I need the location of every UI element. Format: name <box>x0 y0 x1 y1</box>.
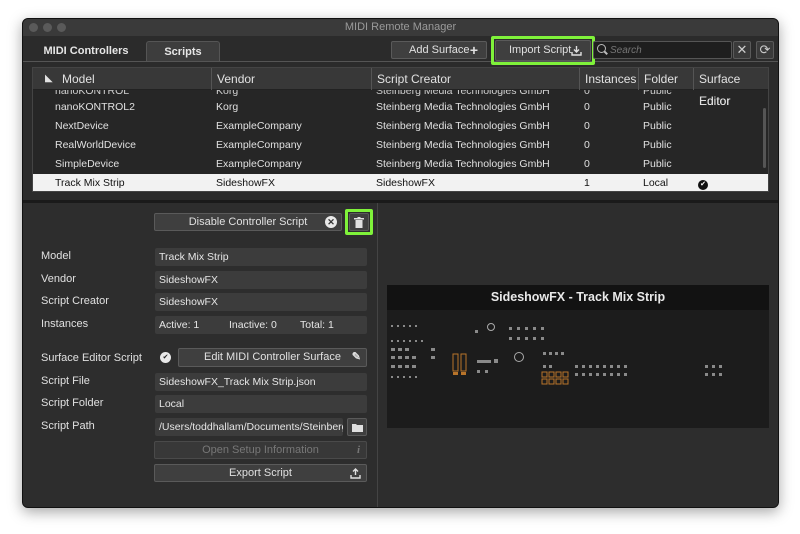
check-circle-icon: ✔ <box>160 352 171 363</box>
cell-vendor: Korg <box>216 101 239 113</box>
refresh-button[interactable]: ⟳ <box>756 41 774 59</box>
cell-creator: Steinberg Media Technologies GmbH <box>376 120 550 132</box>
import-icon <box>571 41 582 63</box>
details-pane: Disable Controller Script ✕ Model Track … <box>23 203 778 507</box>
export-icon <box>350 465 361 484</box>
script-file-field: SideshowFX_Track Mix Strip.json <box>155 373 367 391</box>
export-script-button[interactable]: Export Script <box>154 464 367 482</box>
search-icon <box>597 44 606 53</box>
model-field: Track Mix Strip <box>155 248 367 266</box>
search-input[interactable] <box>610 43 728 57</box>
edit-surface-label: Edit MIDI Controller Surface <box>204 351 341 363</box>
label-instances: Instances <box>41 318 89 330</box>
open-setup-information-button[interactable]: Open Setup Information i <box>154 441 367 459</box>
cell-instances: 0 <box>584 120 590 132</box>
table-row-selected[interactable]: Track Mix Strip SideshowFX SideshowFX 1 … <box>33 174 768 191</box>
close-icon: ✕ <box>736 42 748 57</box>
label-surface-editor-script: Surface Editor Script <box>41 352 142 364</box>
table-row[interactable]: NextDevice ExampleCompany Steinberg Medi… <box>33 117 768 136</box>
midi-remote-manager-window: MIDI Remote Manager MIDI Controllers Scr… <box>22 18 779 508</box>
zoom-window-button[interactable] <box>57 23 66 32</box>
pencil-icon: ✎ <box>351 351 361 363</box>
cell-surface-editor: ✔ <box>693 174 733 191</box>
edit-midi-controller-surface-button[interactable]: Edit MIDI Controller Surface ✎ <box>178 348 367 367</box>
tab-scripts[interactable]: Scripts <box>146 41 220 62</box>
label-script-creator: Script Creator <box>41 295 109 307</box>
info-icon: i <box>356 444 360 456</box>
cell-folder: Public <box>643 158 672 170</box>
surface-preview <box>387 310 769 428</box>
minimize-window-button[interactable] <box>43 23 52 32</box>
scripts-table: ◣ Model Vendor Script Creator Instances … <box>32 67 769 192</box>
label-script-folder: Script Folder <box>41 397 104 409</box>
add-surface-label: Add Surface <box>409 44 470 56</box>
vendor-field: SideshowFX <box>155 271 367 289</box>
cell-model: Track Mix Strip <box>55 177 125 189</box>
instances-total: Total: 1 <box>300 319 334 331</box>
search-box[interactable] <box>593 41 732 59</box>
import-script-label: Import Script <box>509 44 572 56</box>
cell-creator: Steinberg Media Technologies GmbH <box>376 158 550 170</box>
cell-folder: Public <box>643 139 672 151</box>
cell-instances: 0 <box>584 101 590 113</box>
creator-field: SideshowFX <box>155 293 367 311</box>
cell-model: nanoKONTROL2 <box>55 101 135 113</box>
export-script-label: Export Script <box>229 467 292 479</box>
instances-field: Active: 1 Inactive: 0 Total: 1 <box>155 316 367 334</box>
trash-icon <box>354 217 364 228</box>
tab-divider <box>23 61 778 62</box>
label-model: Model <box>41 250 71 262</box>
clear-search-button[interactable]: ✕ <box>733 41 751 59</box>
import-script-button[interactable]: Import Script <box>495 40 591 61</box>
title-bar: MIDI Remote Manager <box>23 19 778 36</box>
refresh-icon: ⟳ <box>759 42 771 57</box>
surface-layout-drawing <box>391 323 722 385</box>
cell-model: SimpleDevice <box>55 158 120 170</box>
disable-script-label: Disable Controller Script <box>188 216 308 228</box>
label-script-file: Script File <box>41 375 90 387</box>
delete-script-button[interactable] <box>349 213 369 231</box>
tab-midi-controllers[interactable]: MIDI Controllers <box>37 41 135 62</box>
cell-model: NextDevice <box>55 120 109 132</box>
cell-folder: Public <box>643 120 672 132</box>
cell-folder: Public <box>643 101 672 113</box>
cell-instances: 0 <box>584 158 590 170</box>
cell-creator: Steinberg Media Technologies GmbH <box>376 139 550 151</box>
cell-instances: 0 <box>584 139 590 151</box>
table-row[interactable]: RealWorldDevice ExampleCompany Steinberg… <box>33 136 768 155</box>
instances-active: Active: 1 <box>159 319 200 331</box>
cell-creator: SideshowFX <box>376 177 435 189</box>
cell-folder: Local <box>643 177 669 189</box>
cell-creator: Steinberg Media Technologies GmbH <box>376 101 550 113</box>
label-script-path: Script Path <box>41 420 95 432</box>
cell-vendor: SideshowFX <box>216 177 275 189</box>
script-folder-field: Local <box>155 395 367 413</box>
table-row[interactable]: SimpleDevice ExampleCompany Steinberg Me… <box>33 155 768 174</box>
label-vendor: Vendor <box>41 273 76 285</box>
instances-inactive: Inactive: 0 <box>229 319 277 331</box>
details-preview-splitter[interactable] <box>377 203 378 507</box>
cell-instances: 1 <box>584 177 590 189</box>
check-icon: ✔ <box>698 180 708 190</box>
open-setup-label: Open Setup Information <box>202 444 319 456</box>
disable-controller-script-button[interactable]: Disable Controller Script ✕ <box>154 213 342 231</box>
cell-vendor: ExampleCompany <box>216 158 302 170</box>
table-row[interactable]: nanoKONTROL2 Korg Steinberg Media Techno… <box>33 98 768 117</box>
window-title: MIDI Remote Manager <box>344 21 457 33</box>
folder-icon <box>351 424 363 432</box>
browse-folder-button[interactable] <box>347 418 367 436</box>
close-circle-icon: ✕ <box>325 216 337 228</box>
cell-vendor: ExampleCompany <box>216 120 302 132</box>
table-scrollbar[interactable] <box>763 108 766 168</box>
preview-title: SideshowFX - Track Mix Strip <box>387 285 769 310</box>
script-path-field: /Users/toddhallam/Documents/Steinberg/..… <box>155 418 343 436</box>
cell-vendor: ExampleCompany <box>216 139 302 151</box>
cell-model: RealWorldDevice <box>55 139 136 151</box>
plus-icon: + <box>469 42 478 58</box>
add-surface-button[interactable]: Add Surface + <box>391 41 487 59</box>
close-window-button[interactable] <box>29 23 38 32</box>
